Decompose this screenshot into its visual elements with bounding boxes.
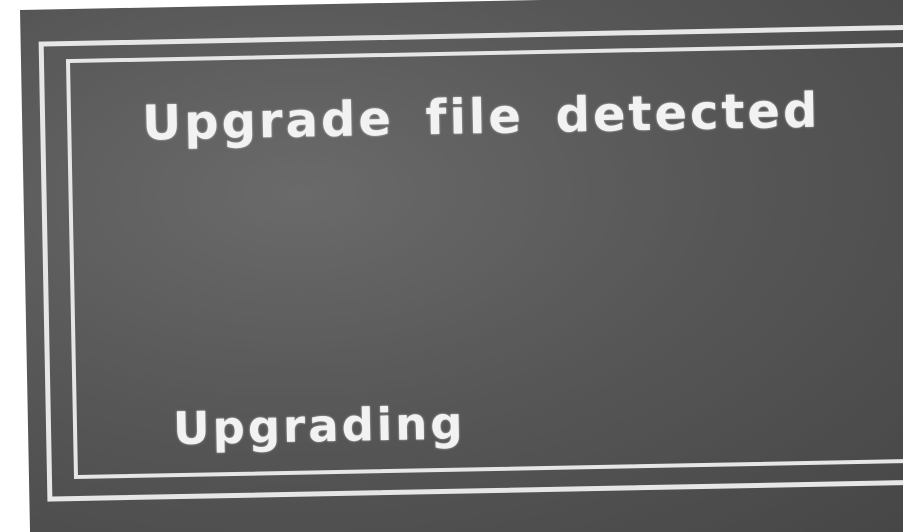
upgrading-status-text: Upgrading bbox=[172, 396, 466, 456]
upgrade-screen: Upgrade file detected Upgrading bbox=[0, 0, 903, 532]
upgrade-dialog: Upgrade file detected Upgrading bbox=[20, 0, 903, 532]
